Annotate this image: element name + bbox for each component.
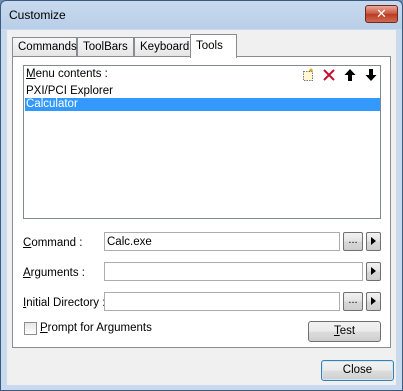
right-arrow-icon <box>371 297 376 305</box>
tab-keyboard[interactable]: Keyboard <box>134 37 191 57</box>
command-menu-button[interactable] <box>366 232 381 251</box>
tab-tools[interactable]: Tools <box>190 34 237 58</box>
customize-dialog: Customize ✕ Commands ToolBars Keyboard T… <box>0 0 403 391</box>
move-up-icon[interactable] <box>343 68 357 82</box>
delete-icon[interactable] <box>322 68 336 82</box>
arguments-menu-button[interactable] <box>366 262 381 281</box>
close-button[interactable]: Close <box>321 360 394 381</box>
prompt-for-arguments-label[interactable]: Prompt for Arguments <box>40 322 152 334</box>
list-item[interactable]: Calculator <box>25 98 380 111</box>
prompt-for-arguments-checkbox[interactable] <box>24 322 37 335</box>
arguments-field[interactable] <box>104 262 363 281</box>
tools-tab-panel: Menu contents : PXI/PCI Explorer Calcula… <box>12 56 391 348</box>
tab-toolbars[interactable]: ToolBars <box>77 37 134 57</box>
title-bar[interactable]: Customize ✕ <box>1 1 402 29</box>
initial-directory-field[interactable] <box>104 292 340 311</box>
menu-contents-group: Menu contents : PXI/PCI Explorer Calcula… <box>23 65 381 219</box>
command-label: Command : <box>23 237 83 249</box>
arguments-label: Arguments : <box>23 267 85 279</box>
right-arrow-icon <box>371 267 376 275</box>
move-down-icon[interactable] <box>364 68 378 82</box>
menu-contents-list[interactable]: PXI/PCI Explorer Calculator <box>25 85 380 111</box>
right-arrow-icon <box>371 237 376 245</box>
window-title: Customize <box>9 8 66 22</box>
test-button[interactable]: Test <box>308 321 381 342</box>
initial-directory-menu-button[interactable] <box>366 292 381 311</box>
tab-commands[interactable]: Commands <box>12 37 77 57</box>
window-close-button[interactable]: ✕ <box>365 5 398 23</box>
list-item[interactable]: PXI/PCI Explorer <box>25 85 380 98</box>
command-field[interactable]: Calc.exe <box>104 232 340 251</box>
command-browse-button[interactable]: ... <box>343 232 363 251</box>
initial-directory-label: Initial Directory : <box>23 297 106 309</box>
menu-contents-header: Menu contents : <box>24 66 380 83</box>
menu-contents-label: Menu contents : <box>26 68 108 80</box>
initial-directory-browse-button[interactable]: ... <box>343 292 363 311</box>
dialog-client-area: Commands ToolBars Keyboard Tools Menu co… <box>7 30 396 385</box>
new-item-icon[interactable] <box>301 68 315 82</box>
